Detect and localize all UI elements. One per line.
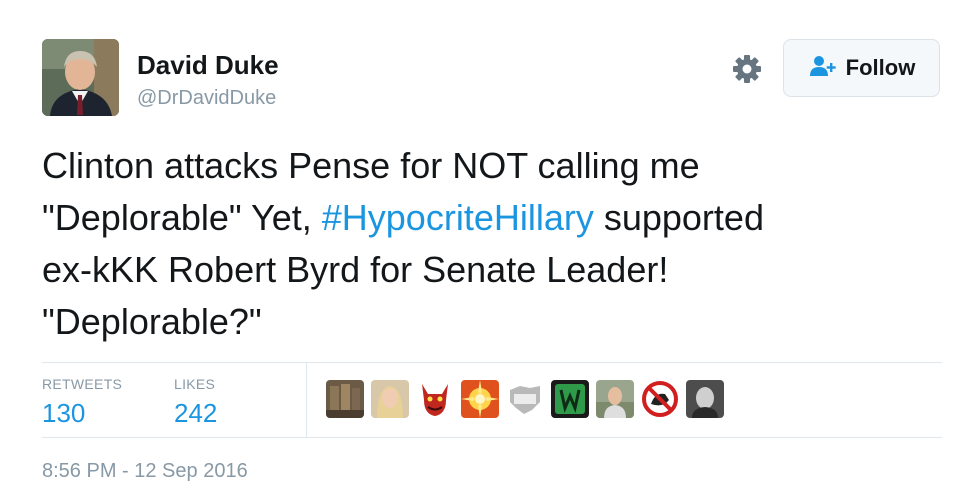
liker-avatar[interactable]: [506, 380, 544, 418]
liker-avatar[interactable]: [551, 380, 589, 418]
tweet-line-4: "Deplorable?": [42, 301, 262, 342]
author-avatar[interactable]: [42, 39, 119, 116]
liker-avatar[interactable]: [686, 380, 724, 418]
divider-bottom: [42, 437, 942, 438]
liker-avatar[interactable]: [326, 380, 364, 418]
retweets-label: RETWEETS: [42, 376, 123, 392]
liker-avatar[interactable]: [641, 380, 679, 418]
tweet-text: Clinton attacks Pense for NOT calling me…: [42, 140, 942, 348]
tweet-line-2-end: supported: [593, 197, 764, 238]
tweet-timestamp[interactable]: 8:56 PM - 12 Sep 2016: [42, 460, 248, 483]
author-handle[interactable]: @DrDavidDuke: [137, 87, 276, 110]
likes-label: LIKES: [174, 376, 216, 392]
tweet-line-2-start: "Deplorable" Yet,: [42, 197, 322, 238]
retweets-count[interactable]: 130: [42, 398, 85, 429]
tweet-line-2: "Deplorable" Yet, #HypocriteHillary supp…: [42, 192, 942, 244]
follow-label: Follow: [845, 55, 916, 80]
liker-avatar[interactable]: [371, 380, 409, 418]
gear-icon[interactable]: [730, 52, 764, 86]
stats-separator: [306, 363, 307, 437]
liker-avatars: [326, 380, 724, 418]
add-user-icon: [808, 55, 838, 82]
tweet-line-3: ex-kKK Robert Byrd for Senate Leader!: [42, 249, 669, 290]
liker-avatar[interactable]: [461, 380, 499, 418]
follow-button[interactable]: Follow: [783, 39, 940, 97]
divider-top: [42, 362, 942, 363]
tweet-line-1: Clinton attacks Pense for NOT calling me: [42, 145, 700, 186]
liker-avatar[interactable]: [596, 380, 634, 418]
likes-count[interactable]: 242: [174, 398, 217, 429]
hashtag-link[interactable]: #HypocriteHillary: [322, 197, 594, 238]
liker-avatar[interactable]: [416, 380, 454, 418]
author-name[interactable]: David Duke: [137, 50, 279, 81]
